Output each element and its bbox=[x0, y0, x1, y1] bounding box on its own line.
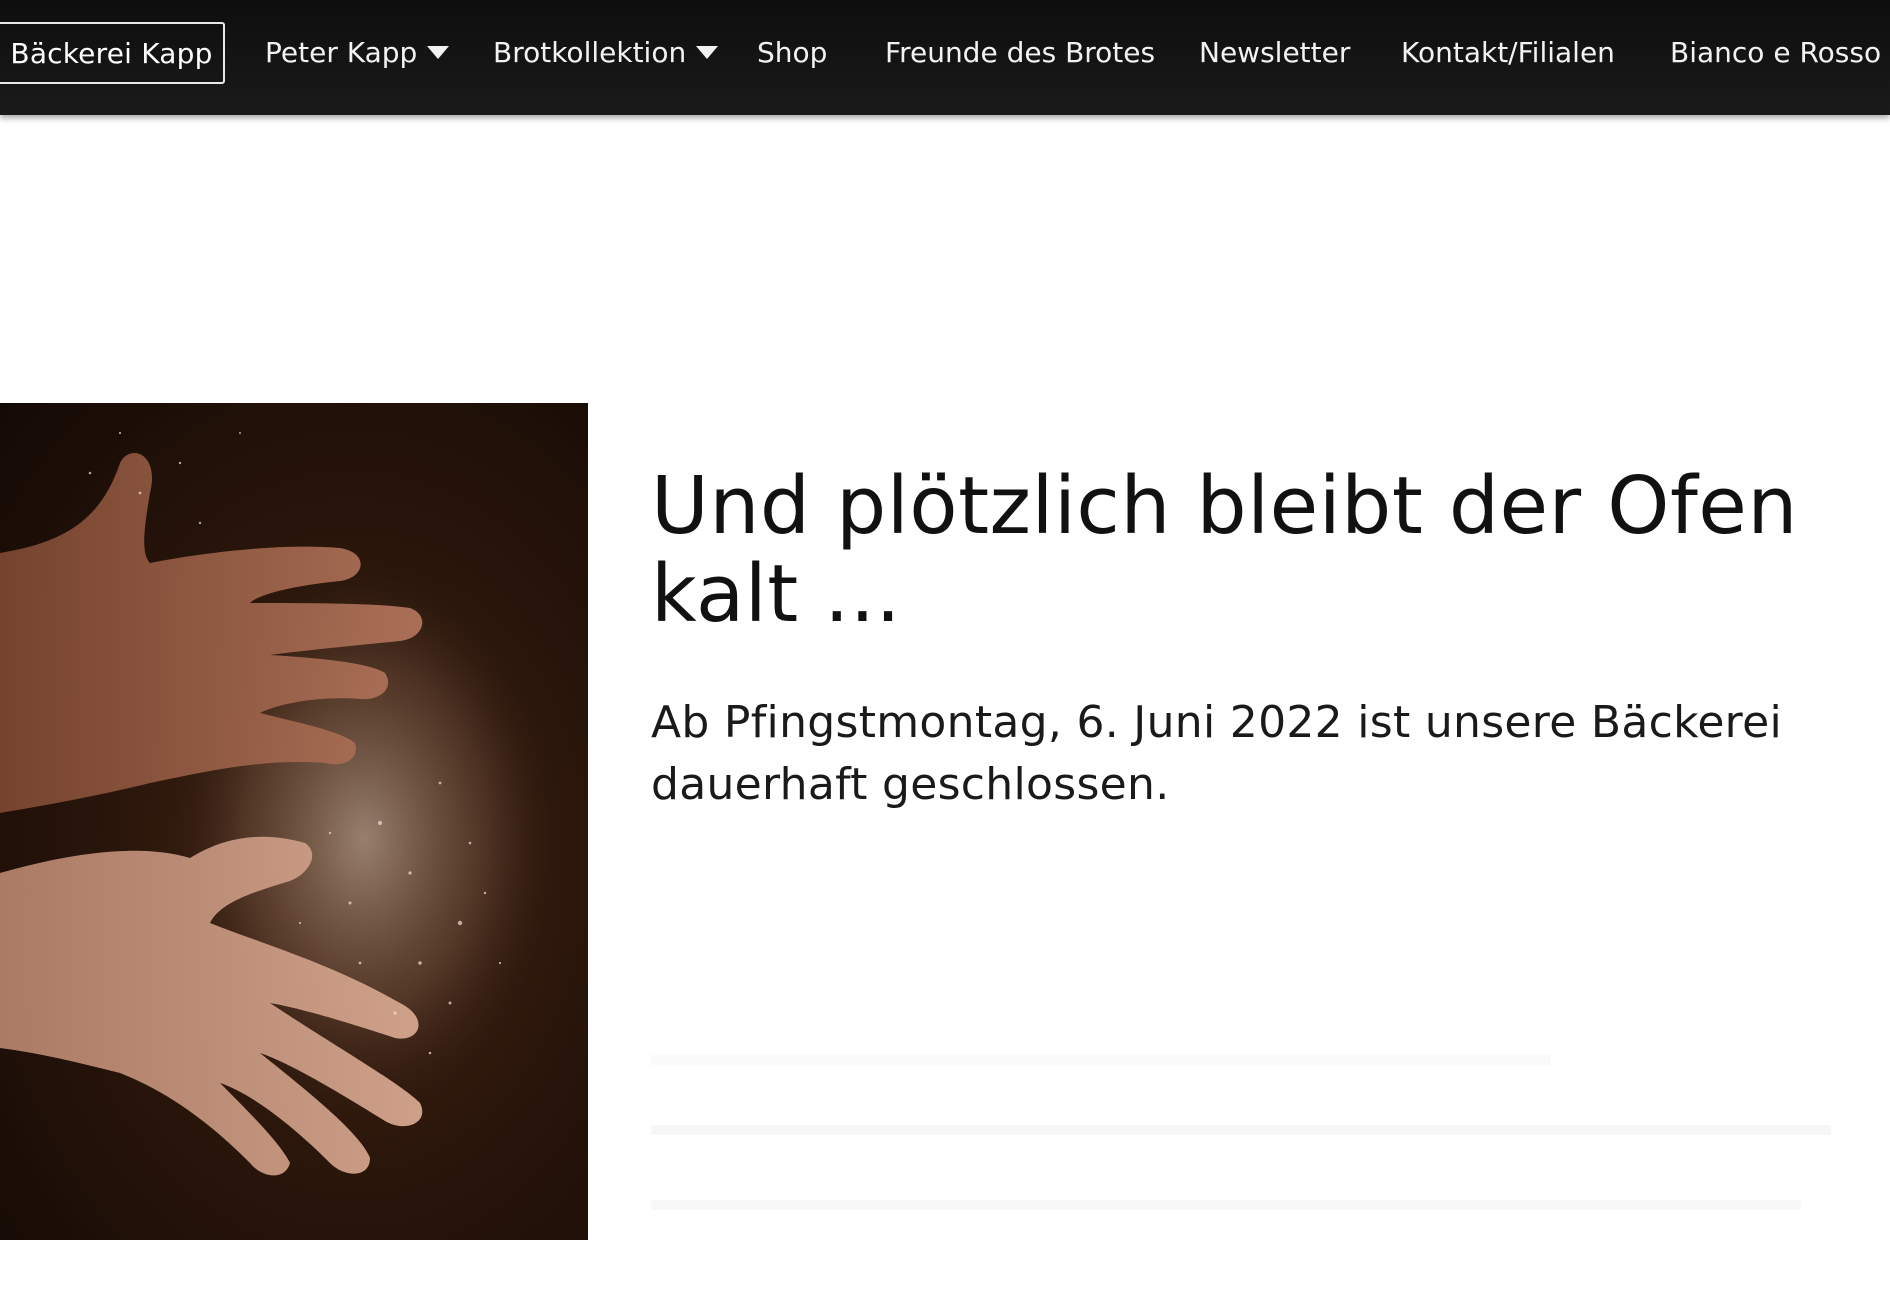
nav-item-freunde-des-brotes[interactable]: Freunde des Brotes bbox=[885, 30, 1155, 74]
hands-illustration bbox=[0, 403, 588, 1240]
faded-text-placeholder bbox=[651, 1055, 1551, 1065]
nav-item-shop[interactable]: Shop bbox=[757, 30, 827, 74]
closure-notice-line-2: dauerhaft geschlossen. bbox=[651, 759, 1170, 810]
closure-notice: Ab Pfingstmontag, 6. Juni 2022 ist unser… bbox=[651, 692, 1881, 816]
headline-line-2: kalt ... bbox=[651, 548, 902, 640]
nav-item-label: Freunde des Brotes bbox=[885, 35, 1156, 69]
nav-item-label: Kontakt/Filialen bbox=[1401, 35, 1615, 69]
nav-item-bianco-e-rosso[interactable]: Bianco e Rosso bbox=[1670, 30, 1881, 74]
page-title: Und plötzlich bleibt der Ofen kalt ... bbox=[651, 462, 1871, 638]
nav-item-newsletter[interactable]: Newsletter bbox=[1199, 30, 1350, 74]
chevron-down-icon bbox=[696, 45, 719, 59]
faded-text-placeholder bbox=[651, 1200, 1801, 1210]
closure-notice-line-1: Ab Pfingstmontag, 6. Juni 2022 ist unser… bbox=[651, 697, 1783, 748]
nav-item-label: Brotkollektion bbox=[493, 35, 687, 69]
nav-item-label: Newsletter bbox=[1199, 35, 1351, 69]
top-navigation-bar: Bäckerei Kapp Peter Kapp Brotkollektion … bbox=[0, 0, 1890, 115]
headline-line-1: Und plötzlich bleibt der Ofen bbox=[651, 460, 1798, 552]
hero-image-flour-hands bbox=[0, 403, 588, 1240]
nav-inner: Bäckerei Kapp Peter Kapp Brotkollektion … bbox=[0, 0, 1890, 105]
nav-item-kontakt-filialen[interactable]: Kontakt/Filialen bbox=[1401, 30, 1615, 74]
faded-text-placeholder bbox=[651, 1125, 1831, 1135]
nav-item-peter-kapp[interactable]: Peter Kapp bbox=[265, 30, 450, 74]
nav-item-brotkollektion[interactable]: Brotkollektion bbox=[493, 30, 719, 74]
nav-item-label: Peter Kapp bbox=[265, 35, 418, 69]
nav-item-label: Bianco e Rosso bbox=[1670, 35, 1882, 69]
chevron-down-icon bbox=[427, 45, 450, 59]
nav-item-label: Shop bbox=[757, 35, 828, 69]
brand-logo-link[interactable]: Bäckerei Kapp bbox=[0, 22, 225, 84]
